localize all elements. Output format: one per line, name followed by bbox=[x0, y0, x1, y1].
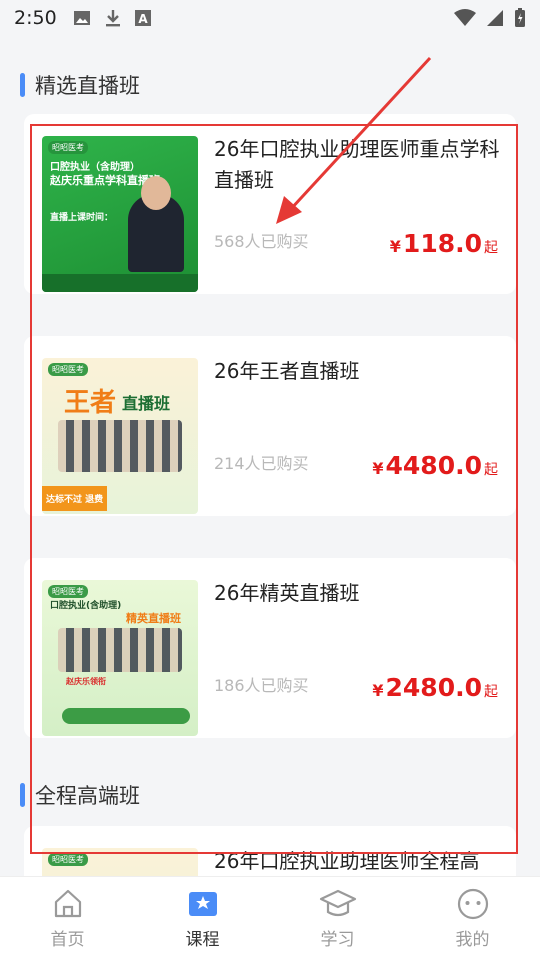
tab-home[interactable]: 首页 bbox=[0, 877, 135, 960]
buyer-count: 214人已购买 bbox=[214, 454, 309, 473]
price-suffix: 起 bbox=[484, 462, 498, 478]
tab-label: 学习 bbox=[320, 930, 355, 950]
download-icon bbox=[105, 10, 120, 27]
price-suffix: 起 bbox=[484, 684, 498, 700]
course-price: ¥ 118.0 起 bbox=[390, 229, 498, 258]
course-card[interactable]: 昭昭医考 口腔执业(含助理) 精英直播班 赵庆乐领衔 26年精英直播班 186人… bbox=[24, 558, 516, 738]
battery-icon bbox=[515, 8, 525, 27]
course-card[interactable]: 昭昭医考 口腔执业（含助理） 赵庆乐重点学科直播班 直播上课时间： 26年口腔执… bbox=[24, 114, 516, 294]
course-title: 26年口腔执业助理医师全程高 bbox=[214, 849, 480, 873]
section-accent-bar bbox=[20, 73, 25, 97]
price-currency: ¥ bbox=[372, 459, 384, 478]
thumbnail-brand: 昭昭医考 bbox=[48, 141, 88, 154]
thumbnail-note: 赵庆乐领衔 bbox=[66, 677, 106, 686]
course-price: ¥ 4480.0 起 bbox=[372, 451, 498, 480]
bottom-tab-bar: 首页 课程 学习 我的 bbox=[0, 876, 540, 960]
thumbnail-subtitle: 精英直播班 bbox=[126, 612, 181, 625]
tab-courses[interactable]: 课程 bbox=[135, 877, 270, 960]
buyer-count: 568人已购买 bbox=[214, 232, 309, 251]
price-amount: 118.0 bbox=[402, 229, 482, 258]
tab-study[interactable]: 学习 bbox=[270, 877, 405, 960]
price-amount: 2480.0 bbox=[385, 673, 482, 702]
course-thumbnail: 昭昭医考 口腔执业（含助理） 赵庆乐重点学科直播班 直播上课时间： bbox=[42, 136, 198, 292]
section-title: 精选直播班 bbox=[35, 74, 140, 98]
profile-face-icon bbox=[457, 888, 488, 920]
status-bar: 2:50 A bbox=[0, 0, 540, 36]
thumbnail-footer bbox=[42, 274, 198, 292]
thumbnail-note: 直播上课时间： bbox=[50, 213, 114, 223]
course-icon bbox=[188, 892, 217, 916]
a-icon: A bbox=[134, 10, 151, 26]
price-currency: ¥ bbox=[372, 681, 384, 700]
price-suffix: 起 bbox=[484, 240, 498, 256]
wifi-icon bbox=[454, 9, 476, 26]
buyer-count: 186人已购买 bbox=[214, 676, 309, 695]
svg-text:A: A bbox=[138, 12, 148, 26]
thumbnail-brand: 昭昭医考 bbox=[48, 853, 88, 866]
course-title: 26年王者直播班 bbox=[214, 359, 360, 383]
thumbnail-team-photo bbox=[58, 420, 182, 472]
home-icon bbox=[54, 889, 81, 918]
tab-label: 首页 bbox=[50, 930, 85, 950]
tab-label: 我的 bbox=[455, 930, 490, 950]
thumbnail-headline: 王者 bbox=[64, 388, 117, 418]
price-currency: ¥ bbox=[389, 237, 401, 256]
thumbnail-brand: 昭昭医考 bbox=[48, 363, 88, 376]
thumbnail-team-photo bbox=[58, 628, 182, 672]
course-price: ¥ 2480.0 起 bbox=[372, 673, 498, 702]
section-header-premium: 全程高端班 bbox=[20, 780, 140, 810]
course-title: 26年精英直播班 bbox=[214, 581, 360, 605]
thumbnail-note: 达标不过 退费 bbox=[42, 486, 108, 511]
thumbnail-brand: 昭昭医考 bbox=[48, 585, 88, 598]
status-time: 2:50 bbox=[14, 7, 57, 29]
signal-icon bbox=[487, 10, 503, 26]
graduation-cap-icon bbox=[319, 889, 356, 917]
thumbnail-subtitle: 直播班 bbox=[122, 394, 171, 413]
price-amount: 4480.0 bbox=[385, 451, 482, 480]
thumbnail-footer bbox=[62, 708, 190, 724]
thumbnail-headline: 口腔执业(含助理) bbox=[50, 601, 122, 611]
tab-profile[interactable]: 我的 bbox=[405, 877, 540, 960]
thumbnail-headline: 口腔执业（含助理） bbox=[50, 162, 140, 173]
course-thumbnail: 昭昭医考 王者 直播班 达标不过 退费 bbox=[42, 358, 198, 514]
course-card[interactable]: 昭昭医考 王者 直播班 达标不过 退费 26年王者直播班 214人已购买 ¥ 4… bbox=[24, 336, 516, 516]
section-title: 全程高端班 bbox=[35, 784, 140, 808]
tab-label: 课程 bbox=[185, 930, 220, 950]
section-header-live: 精选直播班 bbox=[20, 70, 140, 100]
thumbnail-presenter-face bbox=[141, 176, 171, 210]
image-icon bbox=[73, 11, 90, 25]
course-thumbnail: 昭昭医考 口腔执业(含助理) 精英直播班 赵庆乐领衔 bbox=[42, 580, 198, 736]
course-title: 26年口腔执业助理医师重点学科直播班 bbox=[214, 137, 500, 192]
section-accent-bar bbox=[20, 783, 25, 807]
